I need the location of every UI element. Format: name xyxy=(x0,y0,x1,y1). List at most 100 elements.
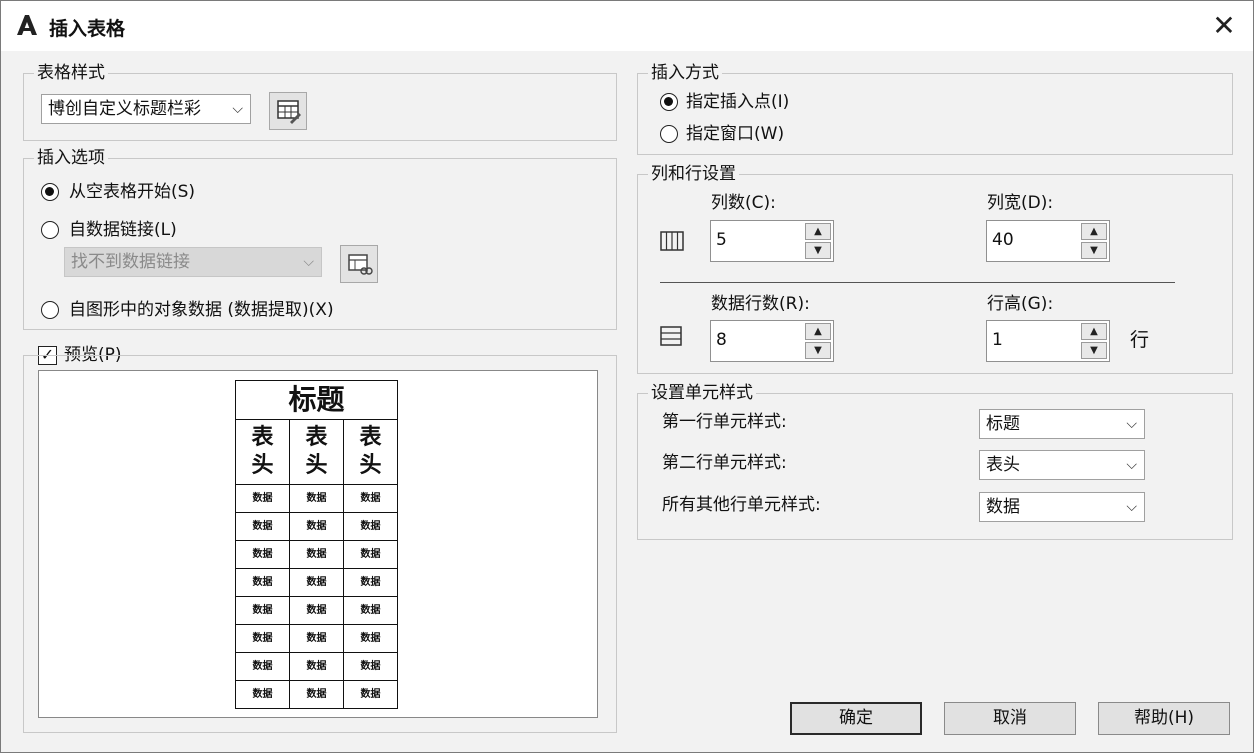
columns-spinner[interactable]: 5 ▲ ▼ xyxy=(710,220,834,262)
specify-window-label[interactable]: 指定窗口(W) xyxy=(686,123,784,145)
preview-data-cell: 数据 xyxy=(343,484,398,513)
first-row-style-value: 标题 xyxy=(986,414,1020,434)
autocad-logo-icon xyxy=(17,15,37,35)
table-style-dialog-button[interactable] xyxy=(269,92,307,130)
data-link-select: 找不到数据链接 ⌵ xyxy=(64,247,322,277)
preview-data-cell: 数据 xyxy=(235,680,290,709)
preview-data-cell: 数据 xyxy=(343,596,398,625)
data-rows-value[interactable]: 8 xyxy=(716,330,727,350)
other-rows-style-value: 数据 xyxy=(986,497,1020,517)
table-style-group-label: 表格样式 xyxy=(34,62,108,84)
row-height-unit: 行 xyxy=(1130,329,1150,351)
from-data-link-radio[interactable] xyxy=(41,221,59,239)
row-height-spinner[interactable]: 1 ▲ ▼ xyxy=(986,320,1110,362)
column-width-decrement-button[interactable]: ▼ xyxy=(1081,242,1107,259)
columns-label: 列数(C): xyxy=(711,193,776,213)
preview-data-cell: 数据 xyxy=(343,624,398,653)
preview-data-cell: 数据 xyxy=(289,596,344,625)
second-row-style-label: 第二行单元样式: xyxy=(662,453,787,473)
data-rows-spinner[interactable]: 8 ▲ ▼ xyxy=(710,320,834,362)
title-bar: 插入表格 ✕ xyxy=(1,1,1253,51)
close-button[interactable]: ✕ xyxy=(1207,9,1241,43)
preview-header-cell: 表头 xyxy=(343,419,398,485)
row-height-decrement-button[interactable]: ▼ xyxy=(1081,342,1107,359)
chevron-down-icon: ⌵ xyxy=(232,101,243,117)
first-row-style-label: 第一行单元样式: xyxy=(662,412,787,432)
preview-data-cell: 数据 xyxy=(235,540,290,569)
specify-insertion-point-radio[interactable] xyxy=(660,93,678,111)
specify-window-radio[interactable] xyxy=(660,125,678,143)
second-row-style-value: 表头 xyxy=(986,455,1020,475)
column-row-settings-group-label: 列和行设置 xyxy=(648,163,739,185)
chevron-down-icon: ⌵ xyxy=(1126,457,1137,473)
close-icon: ✕ xyxy=(1212,9,1236,42)
row-height-label: 行高(G): xyxy=(987,294,1054,314)
other-rows-style-select[interactable]: 数据 ⌵ xyxy=(979,492,1145,522)
second-row-style-select[interactable]: 表头 ⌵ xyxy=(979,450,1145,480)
insert-options-group-label: 插入选项 xyxy=(34,147,108,169)
table-style-group: 表格样式 博创自定义标题栏彩 ⌵ xyxy=(23,62,617,141)
divider xyxy=(660,282,1175,283)
from-data-link-label[interactable]: 自数据链接(L) xyxy=(69,219,177,241)
help-button[interactable]: 帮助(H) xyxy=(1098,702,1230,735)
table-preview: 标题表头表头表头数据 数据 数据 数据 数据 数据 数据 数据 数据 数据 数据 数据 数据 数据 数据 数据… xyxy=(38,370,598,718)
from-object-data-radio[interactable] xyxy=(41,301,59,319)
preview-data-cell: 数据 xyxy=(343,568,398,597)
row-height-increment-button[interactable]: ▲ xyxy=(1081,323,1107,340)
table-style-select[interactable]: 博创自定义标题栏彩 ⌵ xyxy=(41,94,251,124)
preview-data-cell: 数据 xyxy=(235,512,290,541)
other-rows-style-label: 所有其他行单元样式: xyxy=(662,495,821,515)
from-empty-table-label[interactable]: 从空表格开始(S) xyxy=(69,181,195,203)
chevron-down-icon: ⌵ xyxy=(303,254,314,270)
first-row-style-select[interactable]: 标题 ⌵ xyxy=(979,409,1145,439)
preview-data-cell: 数据 xyxy=(235,596,290,625)
preview-header-cell: 表头 xyxy=(289,419,344,485)
cancel-button[interactable]: 取消 xyxy=(944,702,1076,735)
data-link-manager-button[interactable] xyxy=(340,245,378,283)
preview-data-cell: 数据 xyxy=(289,568,344,597)
columns-value[interactable]: 5 xyxy=(716,230,727,250)
table-style-value: 博创自定义标题栏彩 xyxy=(48,99,201,119)
insertion-behavior-group-label: 插入方式 xyxy=(648,62,722,84)
columns-icon xyxy=(660,231,684,251)
rows-icon xyxy=(660,326,682,346)
column-width-spinner[interactable]: 40 ▲ ▼ xyxy=(986,220,1110,262)
ok-button[interactable]: 确定 xyxy=(790,702,922,735)
data-link-manager-icon xyxy=(348,254,373,275)
columns-decrement-button[interactable]: ▼ xyxy=(805,242,831,259)
preview-title-cell: 标题 xyxy=(235,380,398,420)
chevron-down-icon: ⌵ xyxy=(1126,499,1137,515)
preview-data-cell: 数据 xyxy=(343,540,398,569)
column-width-value[interactable]: 40 xyxy=(992,230,1014,250)
from-object-data-label[interactable]: 自图形中的对象数据 (数据提取)(X) xyxy=(69,299,334,321)
columns-increment-button[interactable]: ▲ xyxy=(805,223,831,240)
column-width-increment-button[interactable]: ▲ xyxy=(1081,223,1107,240)
table-style-dialog-icon xyxy=(277,100,301,124)
specify-insertion-point-label[interactable]: 指定插入点(I) xyxy=(686,91,789,113)
preview-data-cell: 数据 xyxy=(289,540,344,569)
from-empty-table-radio[interactable] xyxy=(41,183,59,201)
column-width-label: 列宽(D): xyxy=(987,193,1054,213)
dialog-title: 插入表格 xyxy=(49,18,126,40)
chevron-down-icon: ⌵ xyxy=(1126,416,1137,432)
insert-table-dialog: 插入表格 ✕ 表格样式 博创自定义标题栏彩 ⌵ 插入选项 从空表格开始(S) 自… xyxy=(0,0,1254,753)
preview-data-cell: 数据 xyxy=(343,680,398,709)
column-row-settings-group: 列和行设置 列数(C): 列宽(D): 5 ▲ ▼ 40 ▲ ▼ 数据行数(R)… xyxy=(637,163,1233,374)
preview-data-cell: 数据 xyxy=(235,624,290,653)
insert-options-group: 插入选项 从空表格开始(S) 自数据链接(L) 找不到数据链接 ⌵ 自图形中的对… xyxy=(23,147,617,330)
preview-data-cell: 数据 xyxy=(235,484,290,513)
preview-data-cell: 数据 xyxy=(289,512,344,541)
preview-data-cell: 数据 xyxy=(289,680,344,709)
preview-data-cell: 数据 xyxy=(235,568,290,597)
data-link-value: 找不到数据链接 xyxy=(71,252,190,272)
preview-data-cell: 数据 xyxy=(235,652,290,681)
preview-table: 标题表头表头表头数据 数据 数据 数据 数据 数据 数据 数据 数据 数据 数据 数据 数据 数据 数据 数据… xyxy=(235,380,398,709)
row-height-value[interactable]: 1 xyxy=(992,330,1003,350)
preview-header-cell: 表头 xyxy=(235,419,290,485)
data-rows-label: 数据行数(R): xyxy=(711,294,810,314)
data-rows-decrement-button[interactable]: ▼ xyxy=(805,342,831,359)
insertion-behavior-group: 插入方式 指定插入点(I) 指定窗口(W) xyxy=(637,62,1233,155)
data-rows-increment-button[interactable]: ▲ xyxy=(805,323,831,340)
cell-styles-group-label: 设置单元样式 xyxy=(648,382,756,404)
preview-data-cell: 数据 xyxy=(343,652,398,681)
